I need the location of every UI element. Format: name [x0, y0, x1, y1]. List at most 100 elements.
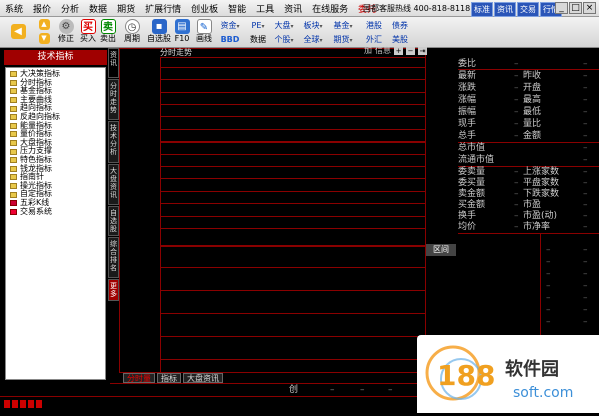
tab-market-news[interactable]: 大盘资讯 [108, 164, 119, 205]
indicator-panel-title: 技术指标 [4, 50, 107, 65]
grid-line [160, 313, 426, 314]
close-button[interactable]: × [583, 2, 596, 14]
menu-analysis[interactable]: 分析 [56, 2, 84, 15]
draw-line-button[interactable]: ✎ 画线 [192, 18, 216, 46]
window-controls: _ □ × [555, 2, 596, 14]
tab-ranking[interactable]: 综合排名 [108, 237, 119, 278]
folder-icon [10, 114, 17, 121]
bond-button[interactable]: 债券 [388, 20, 412, 32]
menu-futures[interactable]: 期货 [112, 2, 140, 15]
hotline-text: 国都客服热线 400-818-8118 [363, 4, 471, 13]
svg-text:软件园: 软件园 [505, 358, 559, 380]
grid-line [160, 178, 426, 179]
mode-news-button[interactable]: 资讯 [494, 2, 516, 17]
global-button[interactable]: 全球▾ [301, 34, 325, 46]
menu-smart[interactable]: 智能 [223, 2, 251, 15]
menu-data[interactable]: 数据 [84, 2, 112, 15]
grid-line [160, 67, 426, 68]
tab-indicator[interactable]: 指标 [157, 373, 181, 383]
folder-icon [10, 183, 17, 190]
page-down-button[interactable]: ▼ [34, 32, 54, 46]
market-index-button[interactable]: 大盘▾ [272, 20, 296, 32]
grid-line [160, 129, 426, 130]
tab-more[interactable]: 更多 [108, 279, 119, 301]
sell-icon: 卖 [100, 19, 116, 34]
add-button[interactable]: 加 [364, 45, 372, 56]
tick-row: – – [546, 305, 588, 315]
maximize-button[interactable]: □ [569, 2, 582, 14]
folder-icon [10, 131, 17, 138]
sell-button[interactable]: 卖卖出 [98, 18, 118, 46]
watchlist-icon: ▪ [151, 19, 167, 34]
tab-news[interactable]: 资讯 [108, 48, 119, 78]
range-button[interactable]: 区间 [426, 244, 456, 256]
gem-index-percent: – [388, 385, 393, 395]
gem-index-value: – [330, 385, 335, 395]
grid-line [160, 336, 426, 337]
fix-button[interactable]: ⚙ 修正 [56, 18, 76, 46]
zoom-out-button[interactable]: − [406, 46, 415, 55]
quote-row: 现手 – 量比 – [458, 119, 588, 129]
folder-icon [10, 140, 17, 147]
grid-line [160, 92, 426, 93]
data-button[interactable]: 数据 [246, 34, 270, 46]
fund-market-button[interactable]: 基金▾ [331, 20, 355, 32]
fund-button[interactable]: 资金▾ [218, 20, 242, 32]
zoom-in-button[interactable]: + [394, 46, 403, 55]
hk-stock-button[interactable]: 港股 [362, 20, 386, 32]
timeshare-chart[interactable]: 分时走势 [119, 48, 426, 374]
status-indicator-icon [28, 400, 34, 408]
menu-quote[interactable]: 报价 [28, 2, 56, 15]
color-kline-icon [10, 200, 17, 207]
menu-tools[interactable]: 工具 [251, 2, 279, 15]
tab-timeshare-volume[interactable]: 分时量 [123, 373, 155, 383]
clock-icon: ◷ [124, 19, 140, 34]
tab-technical[interactable]: 技术分析 [108, 121, 119, 163]
sector-button[interactable]: 板块▾ [301, 20, 325, 32]
back-button[interactable]: ◀ [8, 18, 28, 46]
quote-row: 流通市值 – [458, 155, 588, 165]
bbd-button[interactable]: BBD [218, 34, 242, 46]
arrow-up-icon: ▲ [38, 19, 50, 30]
quote-row: 均价 – 市净率 – [458, 222, 588, 232]
watermark-logo-image: 188 软件园 soft.com [425, 345, 573, 401]
grid-line [160, 359, 426, 360]
collapse-arrow-icon[interactable]: ⇥ [418, 46, 427, 55]
tick-row: – – [546, 281, 588, 291]
info-button[interactable]: 信息 [375, 45, 391, 56]
pencil-icon: ✎ [196, 19, 212, 34]
divider [458, 233, 599, 234]
menu-system[interactable]: 系统 [0, 2, 28, 15]
arrow-down-icon: ▼ [38, 33, 50, 44]
quote-row: 振幅 – 最低 – [458, 107, 588, 117]
tree-item[interactable]: 交易系统 [10, 207, 105, 217]
mode-standard-button[interactable]: 标准 [471, 2, 493, 17]
pe-button[interactable]: PE▾ [246, 20, 270, 32]
tab-timeshare[interactable]: 分时走势 [108, 79, 119, 120]
status-indicator-icon [4, 400, 10, 408]
status-indicator-icon [36, 400, 42, 408]
tick-row: – – [546, 269, 588, 279]
period-button[interactable]: ◷ 周期 [120, 18, 144, 46]
folder-icon [10, 71, 17, 78]
menu-extended[interactable]: 扩展行情 [140, 2, 186, 15]
menu-gem[interactable]: 创业板 [186, 2, 223, 15]
tab-market-info[interactable]: 大盘资讯 [183, 373, 223, 383]
page-up-button[interactable]: ▲ [34, 18, 54, 32]
f10-icon: ▤ [174, 19, 190, 34]
tick-row: – – [546, 317, 588, 327]
futures-button[interactable]: 期货▾ [331, 34, 355, 46]
menu-online-service[interactable]: 在线服务 [307, 2, 353, 15]
minimize-button[interactable]: _ [555, 2, 568, 14]
quote-panel: 委比 – – 最新 – 昨收 – 涨跌 – 开盘 – 涨幅 – 最高 – 振幅 – 最低 – 现手 – 量比 – … [458, 58, 599, 379]
gem-index-change: – [360, 385, 365, 395]
arrow-left-icon: ◀ [10, 24, 26, 39]
menu-news[interactable]: 资讯 [279, 2, 307, 15]
tab-watchlist[interactable]: 自选股 [108, 206, 119, 236]
top-button-group: 标准 资讯 交易 行情 [471, 2, 562, 17]
svg-text:188: 188 [437, 359, 495, 392]
mode-trade-button[interactable]: 交易 [517, 2, 539, 17]
grid-line [160, 267, 426, 268]
svg-text:soft.com: soft.com [513, 385, 573, 401]
stock-button[interactable]: 个股▾ [272, 34, 296, 46]
